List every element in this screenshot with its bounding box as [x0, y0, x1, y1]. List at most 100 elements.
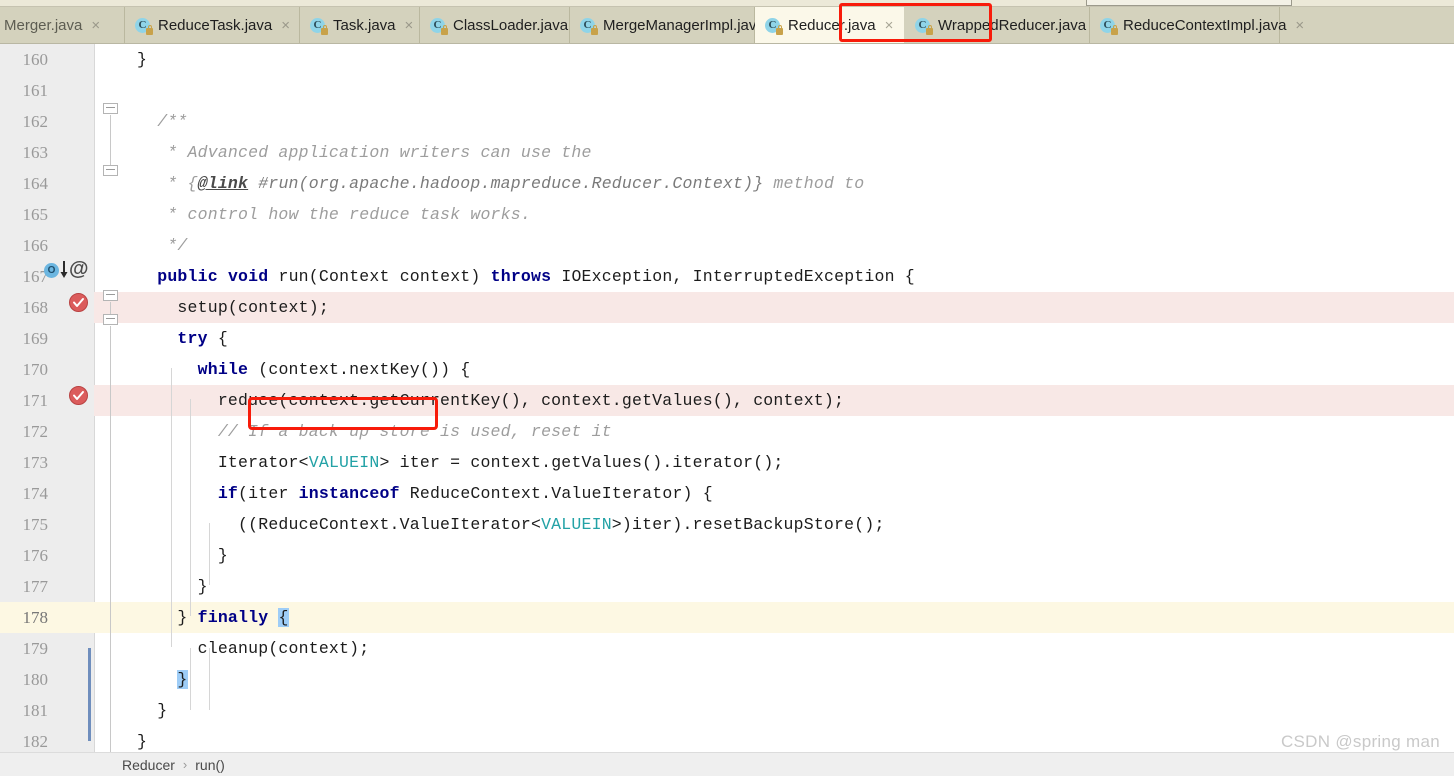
code-editor[interactable]: 160} 161 162 /** 163 * Advanced application…	[0, 44, 1454, 752]
code-line[interactable]: 174 if(iter instanceof ReduceContext.Val…	[0, 478, 1454, 509]
code-line[interactable]: 165 * control how the reduce task works.	[0, 199, 1454, 230]
java-class-icon: C	[310, 17, 328, 35]
tab-label: Merger.java	[4, 16, 83, 34]
code-text[interactable]: if(iter instanceof ReduceContext.ValueIt…	[137, 478, 713, 509]
code-line[interactable]: 171 reduce(context.getCurrentKey(), cont…	[0, 385, 1454, 416]
code-text[interactable]: } finally {	[137, 602, 289, 633]
line-number: 165	[22, 205, 49, 224]
code-text[interactable]: while (context.nextKey()) {	[137, 354, 471, 385]
code-line[interactable]: 182}	[0, 726, 1454, 752]
tab-label: ClassLoader.java	[453, 16, 569, 34]
annotation-at-icon[interactable]: @	[69, 259, 89, 279]
code-line[interactable]: 180 }	[0, 664, 1454, 695]
override-arrow-icon	[59, 260, 68, 278]
code-line[interactable]: 168 setup(context);	[0, 292, 1454, 323]
tab-label: ReduceTask.java	[158, 16, 273, 34]
indent-guide	[190, 399, 191, 616]
tab-close-icon[interactable]: ×	[1295, 18, 1304, 33]
editor-tab-reducer[interactable]: C Reducer.java ×	[755, 7, 905, 43]
breakpoint-icon[interactable]	[69, 293, 88, 312]
tab-close-icon[interactable]: ×	[281, 18, 290, 33]
line-number: 172	[22, 422, 49, 441]
watermark: CSDN @spring man	[1280, 732, 1440, 751]
vcs-change-marker[interactable]	[88, 648, 91, 741]
tab-close-icon[interactable]: ×	[885, 18, 894, 33]
fold-marker-icon[interactable]	[103, 98, 118, 115]
code-line[interactable]: 164 * {@link #run(org.apache.hadoop.mapr…	[0, 168, 1454, 199]
code-line[interactable]: 175 ((ReduceContext.ValueIterator<VALUEI…	[0, 509, 1454, 540]
editor-tab-reducecontextimpl[interactable]: C ReduceContextImpl.java ×	[1090, 7, 1304, 43]
code-line[interactable]: 160}	[0, 44, 1454, 75]
code-text[interactable]: * {@link #run(org.apache.hadoop.mapreduc…	[137, 168, 864, 199]
breadcrumb-separator: ›	[182, 757, 188, 772]
code-line[interactable]: 178 } finally {	[0, 602, 1454, 633]
tab-label: WrappedReducer.java	[938, 16, 1087, 34]
line-number: 179	[22, 639, 49, 658]
editor-tab-wrappedreducer[interactable]: CWrappedReducer.java×	[905, 7, 1104, 43]
code-text[interactable]: }	[137, 695, 167, 726]
line-background	[94, 664, 1454, 695]
line-background	[94, 75, 1454, 106]
editor-tab-classloader[interactable]: CClassLoader.java×	[420, 7, 586, 43]
editor-tab-task[interactable]: C Task.java ×	[300, 7, 420, 43]
indent-guide	[209, 523, 210, 585]
editor-tab-bar[interactable]: Merger.java × C ReduceTask.java × C Task.java ×…	[0, 7, 1454, 44]
code-text[interactable]: }	[137, 664, 188, 695]
line-number: 169	[22, 329, 49, 348]
java-class-icon: C	[1100, 17, 1118, 35]
line-number: 177	[22, 577, 49, 596]
code-text[interactable]: }	[137, 571, 208, 602]
breadcrumb-item-class[interactable]: Reducer	[122, 757, 175, 773]
code-text[interactable]: Iterator<VALUEIN> iter = context.getValu…	[137, 447, 784, 478]
breakpoint-icon[interactable]	[69, 386, 88, 405]
code-text[interactable]: public void run(Context context) throws …	[137, 261, 915, 292]
code-line[interactable]: 161	[0, 75, 1454, 106]
code-line[interactable]: 167 public void run(Context context) thr…	[0, 261, 1454, 292]
java-class-icon: C	[915, 17, 933, 35]
code-line[interactable]: 177 }	[0, 571, 1454, 602]
code-text[interactable]: reduce(context.getCurrentKey(), context.…	[137, 385, 844, 416]
code-line[interactable]: 173 Iterator<VALUEIN> iter = context.get…	[0, 447, 1454, 478]
toolbar-widget[interactable]	[1086, 0, 1292, 6]
code-text[interactable]: /**	[137, 106, 188, 137]
code-line[interactable]: 179 cleanup(context);	[0, 633, 1454, 664]
overridden-method-icon[interactable]	[44, 263, 60, 279]
code-line[interactable]: 181 }	[0, 695, 1454, 726]
ide-window: Merger.java × C ReduceTask.java × C Task.java ×…	[0, 0, 1454, 776]
tab-label: MergeManagerImpl.java	[603, 16, 765, 34]
code-text[interactable]: }	[137, 540, 228, 571]
code-text[interactable]: setup(context);	[137, 292, 329, 323]
indent-guide	[171, 368, 172, 647]
code-line[interactable]: 170 while (context.nextKey()) {	[0, 354, 1454, 385]
code-text[interactable]: try {	[137, 323, 228, 354]
code-text[interactable]: */	[137, 230, 188, 261]
breadcrumb[interactable]: Reducer › run()	[0, 752, 1454, 776]
line-background	[94, 230, 1454, 261]
toolbar-strip	[0, 0, 1454, 7]
editor-tab-reducetask[interactable]: C ReduceTask.java ×	[125, 7, 300, 43]
code-line[interactable]: 166 */	[0, 230, 1454, 261]
fold-region-line	[110, 326, 111, 752]
line-number: 161	[22, 81, 49, 100]
code-line[interactable]: 162 /**	[0, 106, 1454, 137]
tab-close-icon[interactable]: ×	[91, 18, 100, 33]
line-number: 173	[22, 453, 49, 472]
code-text[interactable]: }	[137, 44, 147, 75]
line-number: 174	[22, 484, 49, 503]
fold-marker-icon[interactable]	[103, 285, 118, 302]
code-text[interactable]: * control how the reduce task works.	[137, 199, 531, 230]
editor-tab-merger[interactable]: Merger.java ×	[0, 7, 125, 43]
code-line[interactable]: 163 * Advanced application writers can u…	[0, 137, 1454, 168]
editor-tab-mergemanagerimpl[interactable]: CMergeManagerImpl.java×	[570, 7, 783, 43]
code-text[interactable]: // If a back up store is used, reset it	[137, 416, 612, 447]
tab-close-icon[interactable]: ×	[405, 18, 414, 33]
code-line[interactable]: 172 // If a back up store is used, reset…	[0, 416, 1454, 447]
breadcrumb-item-method[interactable]: run()	[195, 757, 225, 773]
code-line[interactable]: 169 try {	[0, 323, 1454, 354]
code-text[interactable]: }	[137, 726, 147, 752]
code-text[interactable]: ((ReduceContext.ValueIterator<VALUEIN>)i…	[137, 509, 885, 540]
line-background	[94, 695, 1454, 726]
code-text[interactable]: * Advanced application writers can use t…	[137, 137, 592, 168]
line-background	[94, 106, 1454, 137]
code-line[interactable]: 176 }	[0, 540, 1454, 571]
